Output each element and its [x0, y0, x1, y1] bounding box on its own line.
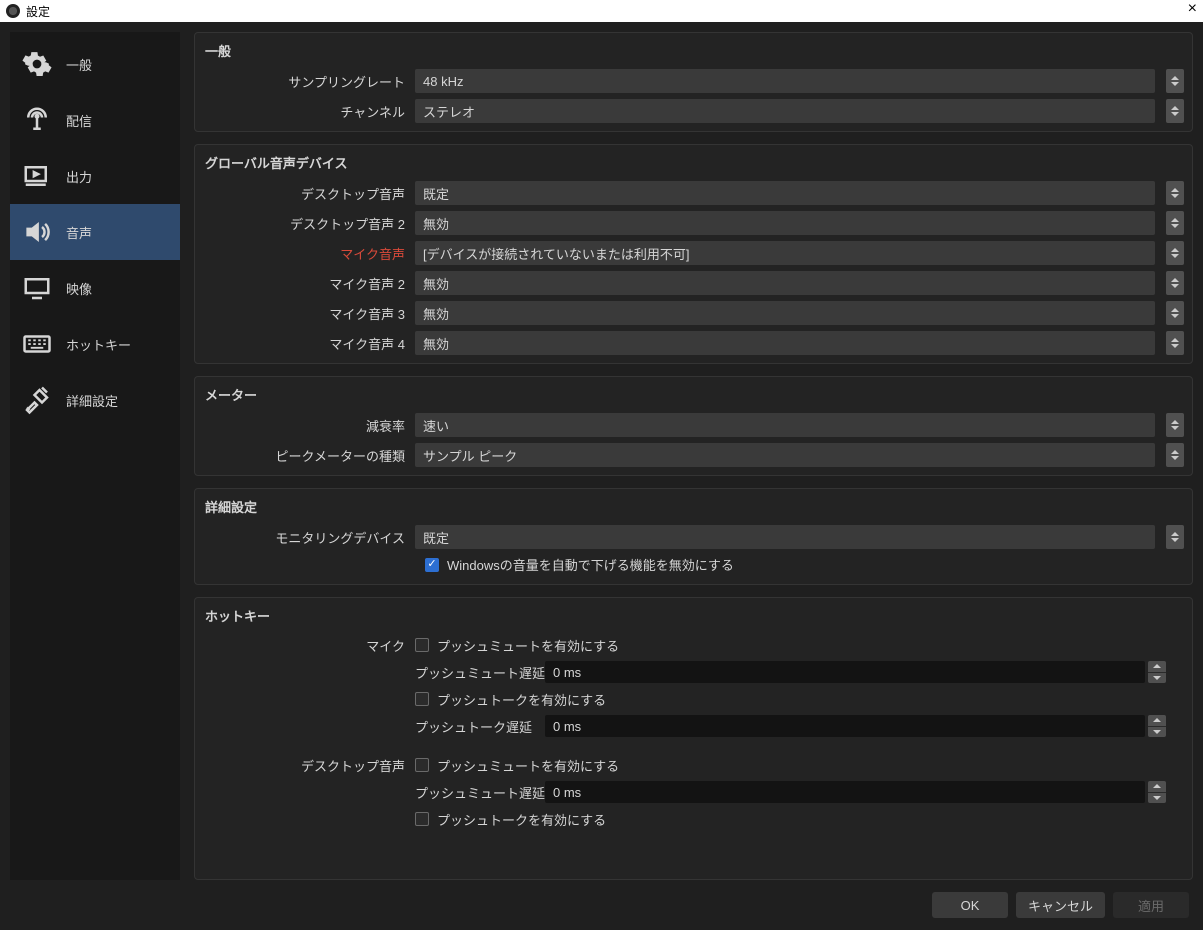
spinner[interactable] [1166, 211, 1184, 235]
desktop-audio-1-select[interactable]: 既定 [415, 181, 1155, 205]
spinner[interactable] [1166, 413, 1184, 437]
group-meter: メーター 減衰率 速い ピークメーターの種類 サンプル ピーク [194, 376, 1193, 476]
mic-push-talk-delay-input[interactable]: 0 ms [545, 715, 1145, 737]
disable-ducking-label: Windowsの音量を自動で下げる機能を無効にする [447, 555, 734, 574]
mic-audio-2-label: マイク音声 2 [195, 274, 415, 293]
mic-push-mute-delay-spinner[interactable] [1148, 661, 1166, 683]
hotkey-mic-label: マイク [195, 636, 415, 655]
apply-button: 適用 [1113, 892, 1189, 918]
mic-audio-1-label: マイク音声 [195, 244, 415, 263]
desktop-audio-1-label: デスクトップ音声 [195, 184, 415, 203]
desktop-push-mute-delay-spinner[interactable] [1148, 781, 1166, 803]
obs-logo-icon [6, 4, 20, 18]
sidebar-item-general[interactable]: 一般 [10, 36, 180, 92]
speaker-icon [20, 217, 54, 247]
sidebar-item-label: 一般 [66, 55, 92, 74]
mic-audio-4-select[interactable]: 無効 [415, 331, 1155, 355]
antenna-icon [20, 105, 54, 135]
group-title: 詳細設定 [195, 489, 1192, 522]
desktop-audio-2-select[interactable]: 無効 [415, 211, 1155, 235]
group-hotkeys: ホットキー マイク プッシュミュートを有効にする プッシュミュート遅延 0 ms [194, 597, 1193, 880]
mic-push-mute-delay-label: プッシュミュート遅延 [415, 663, 545, 682]
sidebar-item-audio[interactable]: 音声 [10, 204, 180, 260]
sidebar-item-label: 出力 [66, 167, 92, 186]
mic-push-mute-enable-label: プッシュミュートを有効にする [437, 636, 619, 655]
sidebar-item-advanced[interactable]: 詳細設定 [10, 372, 180, 428]
sidebar-item-video[interactable]: 映像 [10, 260, 180, 316]
sidebar-item-label: 配信 [66, 111, 92, 130]
peak-type-select[interactable]: サンプル ピーク [415, 443, 1155, 467]
sidebar-item-label: 詳細設定 [66, 391, 118, 410]
sidebar-item-label: ホットキー [66, 335, 131, 354]
desktop-push-mute-enable-label: プッシュミュートを有効にする [437, 756, 619, 775]
spinner[interactable] [1166, 301, 1184, 325]
desktop-push-talk-enable-label: プッシュトークを有効にする [437, 810, 606, 829]
output-icon [20, 161, 54, 191]
mic-push-talk-checkbox[interactable] [415, 692, 429, 706]
decay-rate-label: 減衰率 [195, 416, 415, 435]
mic-audio-4-label: マイク音声 4 [195, 334, 415, 353]
keyboard-icon [20, 329, 54, 359]
disable-ducking-checkbox[interactable] [425, 558, 439, 572]
mic-push-talk-delay-label: プッシュトーク遅延 [415, 717, 545, 736]
monitoring-device-label: モニタリングデバイス [195, 528, 415, 547]
desktop-push-mute-delay-label: プッシュミュート遅延 [415, 783, 545, 802]
monitoring-device-select[interactable]: 既定 [415, 525, 1155, 549]
sidebar: 一般 配信 出力 音声 映像 [10, 32, 180, 880]
desktop-audio-2-label: デスクトップ音声 2 [195, 214, 415, 233]
group-global-audio: グローバル音声デバイス デスクトップ音声 既定 デスクトップ音声 2 無効 マイ… [194, 144, 1193, 364]
desktop-push-mute-checkbox[interactable] [415, 758, 429, 772]
mic-push-talk-enable-label: プッシュトークを有効にする [437, 690, 606, 709]
group-title: グローバル音声デバイス [195, 145, 1192, 178]
group-title: ホットキー [195, 598, 1192, 631]
mic-push-mute-checkbox[interactable] [415, 638, 429, 652]
monitor-icon [20, 273, 54, 303]
sidebar-item-output[interactable]: 出力 [10, 148, 180, 204]
tools-icon [20, 385, 54, 415]
cancel-button[interactable]: キャンセル [1016, 892, 1105, 918]
sidebar-item-hotkeys[interactable]: ホットキー [10, 316, 180, 372]
mic-audio-3-select[interactable]: 無効 [415, 301, 1155, 325]
sampling-rate-select[interactable]: 48 kHz [415, 69, 1155, 93]
footer: OK キャンセル 適用 [0, 880, 1203, 930]
channel-label: チャンネル [195, 102, 415, 121]
desktop-push-talk-checkbox[interactable] [415, 812, 429, 826]
mic-audio-2-select[interactable]: 無効 [415, 271, 1155, 295]
spinner[interactable] [1166, 271, 1184, 295]
channel-spinner[interactable] [1166, 99, 1184, 123]
desktop-push-mute-delay-input[interactable]: 0 ms [545, 781, 1145, 803]
mic-push-talk-delay-spinner[interactable] [1148, 715, 1166, 737]
group-advanced: 詳細設定 モニタリングデバイス 既定 Windowsの音量を自動で下げる機能を無… [194, 488, 1193, 585]
ok-button[interactable]: OK [932, 892, 1008, 918]
spinner[interactable] [1166, 443, 1184, 467]
titlebar: 設定 × [0, 0, 1203, 22]
content-area: 一般 サンプリングレート 48 kHz チャンネル ステレオ グローバル音声デバ… [194, 32, 1193, 880]
mic-push-mute-delay-input[interactable]: 0 ms [545, 661, 1145, 683]
spinner[interactable] [1166, 331, 1184, 355]
peak-type-label: ピークメーターの種類 [195, 446, 415, 465]
mic-audio-1-select[interactable]: [デバイスが接続されていないまたは利用不可] [415, 241, 1155, 265]
spinner[interactable] [1166, 525, 1184, 549]
sidebar-item-stream[interactable]: 配信 [10, 92, 180, 148]
sidebar-item-label: 映像 [66, 279, 92, 298]
channel-select[interactable]: ステレオ [415, 99, 1155, 123]
decay-rate-select[interactable]: 速い [415, 413, 1155, 437]
sampling-rate-label: サンプリングレート [195, 72, 415, 91]
group-general: 一般 サンプリングレート 48 kHz チャンネル ステレオ [194, 32, 1193, 132]
group-title: 一般 [195, 33, 1192, 66]
window-title: 設定 [26, 3, 50, 20]
sampling-rate-spinner[interactable] [1166, 69, 1184, 93]
mic-audio-3-label: マイク音声 3 [195, 304, 415, 323]
group-title: メーター [195, 377, 1192, 410]
hotkey-desktop-label: デスクトップ音声 [195, 756, 415, 775]
spinner[interactable] [1166, 181, 1184, 205]
sidebar-item-label: 音声 [66, 223, 92, 242]
spinner[interactable] [1166, 241, 1184, 265]
close-icon[interactable]: × [1188, 0, 1197, 18]
gear-icon [20, 49, 54, 79]
